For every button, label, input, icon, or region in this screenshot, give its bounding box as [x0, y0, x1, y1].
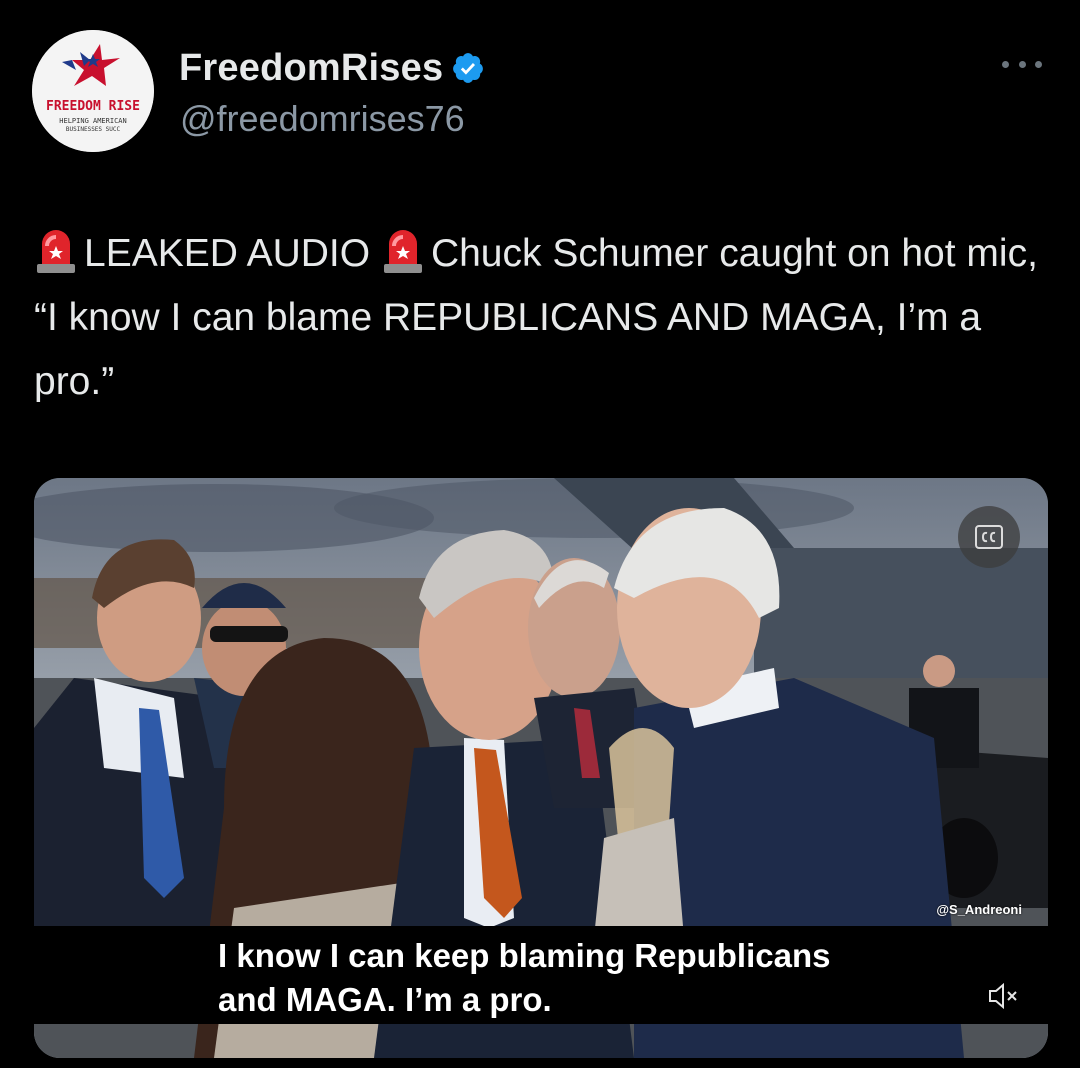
more-dot [1035, 60, 1042, 68]
caption-line-1: I know I can keep blaming Republicans [218, 937, 831, 974]
closed-captions-icon [975, 525, 1003, 549]
verified-badge-icon [453, 53, 484, 83]
video-player[interactable]: @S_Andreoni I know I can keep blaming Re… [34, 478, 1048, 1058]
closed-captions-button[interactable] [958, 506, 1020, 568]
caption-line-2: and MAGA. I’m a pro. [218, 981, 552, 1018]
avatar[interactable]: FREEDOM RISE HELPING AMERICAN BUSINESSES… [32, 30, 154, 152]
video-caption: I know I can keep blaming Republicans an… [218, 934, 978, 1022]
author-handle[interactable]: @freedomrises76 [180, 98, 465, 140]
rotating-light-icon [34, 224, 78, 274]
caption-bar: I know I can keep blaming Republicans an… [34, 926, 1048, 1024]
more-dot [1018, 60, 1026, 68]
more-options-icon[interactable] [1002, 54, 1042, 74]
tweet-text-segment-1: LEAKED AUDIO [84, 232, 371, 275]
more-dot [1002, 60, 1009, 68]
mute-button[interactable] [982, 974, 1026, 1018]
speaker-muted-icon [989, 982, 1017, 1010]
author-name-row[interactable]: FreedomRises [179, 44, 485, 92]
video-watermark: @S_Andreoni [936, 902, 1022, 917]
avatar-logo-text: FREEDOM RISE [46, 99, 140, 114]
tweet-header: FREEDOM RISE HELPING AMERICAN BUSINESSES… [32, 28, 1048, 158]
author-display-name[interactable]: FreedomRises [179, 47, 443, 90]
avatar-logo-subtext: HELPING AMERICAN [59, 117, 126, 125]
rotating-light-icon [381, 224, 425, 274]
tweet-text: LEAKED AUDIO Chuck Schumer caught on hot… [34, 222, 1044, 414]
freedomrises-logo: FREEDOM RISE HELPING AMERICAN BUSINESSES… [32, 30, 154, 152]
avatar-logo-subtext-2: BUSINESSES SUCC [66, 126, 121, 133]
